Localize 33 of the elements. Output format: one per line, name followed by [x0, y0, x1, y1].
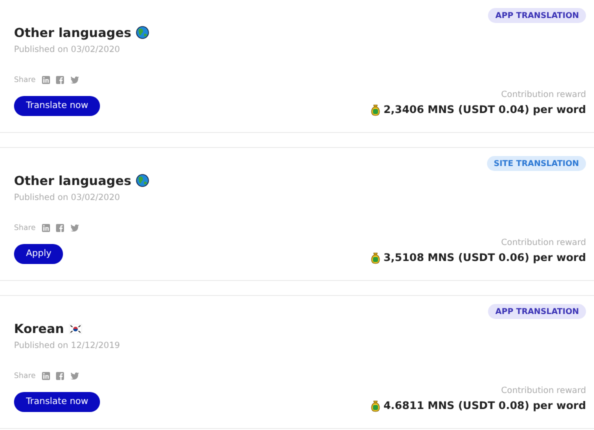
twitter-icon[interactable] — [70, 76, 79, 84]
reward-label: Contribution reward — [500, 238, 586, 248]
reward-amount: 2,3406 MNS (USDT 0.04) per word — [384, 104, 586, 116]
apply-button[interactable]: Apply — [14, 244, 64, 264]
reward-label: Contribution reward — [500, 90, 586, 100]
published-date: Published on 03/02/2020 — [14, 45, 121, 55]
facebook-icon[interactable] — [56, 224, 64, 232]
job-title: Korean — [14, 321, 64, 336]
linkedin-icon[interactable] — [42, 76, 50, 84]
job-title: Other languages — [14, 173, 132, 188]
published-date: Published on 03/02/2020 — [14, 193, 121, 203]
translate-button[interactable]: Translate now — [14, 96, 100, 116]
linkedin-icon[interactable] — [42, 224, 50, 232]
facebook-icon[interactable] — [56, 76, 64, 84]
globe-icon — [136, 26, 150, 39]
category-badge: APP TRANSLATION — [488, 304, 586, 319]
globe-icon — [136, 174, 150, 187]
category-badge: APP TRANSLATION — [488, 8, 586, 23]
facebook-icon[interactable] — [56, 372, 64, 380]
translate-button[interactable]: Translate now — [14, 392, 100, 412]
twitter-icon[interactable] — [70, 224, 79, 232]
money-bag-icon — [370, 252, 380, 264]
category-badge: SITE TRANSLATION — [486, 156, 586, 171]
money-bag-icon — [370, 104, 380, 116]
job-title: Other languages — [14, 25, 132, 40]
twitter-icon[interactable] — [70, 372, 79, 380]
money-bag-icon — [370, 400, 380, 412]
published-date: Published on 12/12/2019 — [14, 341, 121, 351]
reward-amount: 4.6811 MNS (USDT 0.08) per word — [384, 400, 586, 412]
reward-label: Contribution reward — [500, 386, 586, 396]
reward-amount: 3,5108 MNS (USDT 0.06) per word — [384, 252, 586, 264]
korean-flag-icon — [69, 324, 82, 334]
linkedin-icon[interactable] — [42, 372, 50, 380]
